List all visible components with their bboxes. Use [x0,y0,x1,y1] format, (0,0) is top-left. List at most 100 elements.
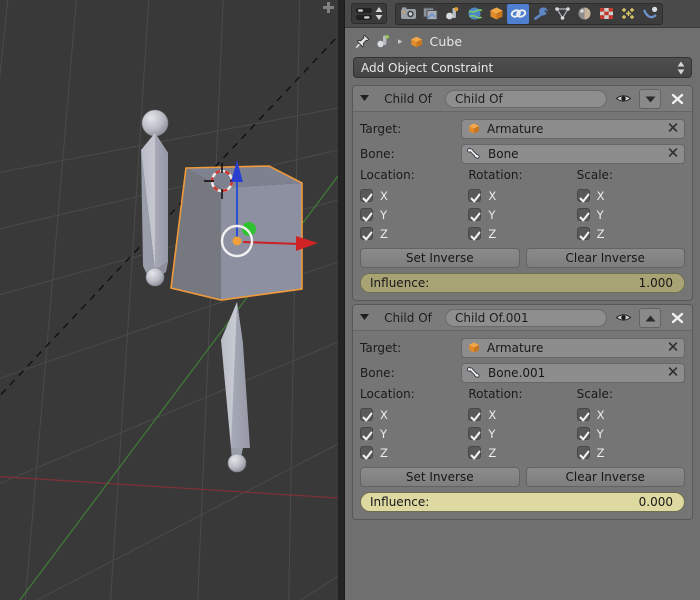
clear-inverse-button[interactable]: Clear Inverse [525,248,685,268]
axis-checkbox-row-scale-z[interactable]: Z [576,443,685,462]
area-splitter[interactable] [338,0,345,600]
viewport-add-region-handle[interactable] [323,2,334,13]
tab-constraints[interactable] [507,3,529,24]
axis-checkbox[interactable] [576,427,590,441]
axis-checkbox-row-location-z[interactable]: Z [360,224,468,243]
clear-x-icon [668,341,678,351]
axis-checkbox-row-rotation-z[interactable]: Z [468,224,576,243]
tab-render-layers[interactable] [419,4,441,24]
clear-x-icon [668,366,678,376]
tab-texture[interactable] [595,4,617,24]
bone-clear-button[interactable] [667,146,679,161]
axis-checkbox-row-scale-y[interactable]: Y [576,424,685,443]
constraint-visibility-toggle[interactable] [613,89,633,108]
axis-checkbox[interactable] [360,189,373,203]
editor-type-spinner[interactable] [375,6,383,21]
axis-checkbox-row-rotation-x[interactable]: X [468,405,576,424]
axis-checkbox-row-rotation-z[interactable]: Z [468,443,576,462]
bone-row: Bone: Bone [360,143,685,164]
axis-group-title: Location: [360,387,415,401]
axis-label: X [488,407,497,422]
checkmark-icon [579,412,590,422]
constraint-visibility-toggle[interactable] [613,308,633,327]
target-field[interactable]: Armature [461,118,685,139]
panel-collapse-triangle-icon[interactable] [358,308,371,327]
axis-checkbox[interactable] [576,189,590,203]
axis-checkbox-row-scale-y[interactable]: Y [576,205,685,224]
set-inverse-button[interactable]: Set Inverse [360,467,520,487]
bone-clear-button[interactable] [667,365,679,380]
editor-type-selector[interactable] [351,3,387,24]
axis-checkbox-row-location-z[interactable]: Z [360,443,468,462]
axis-label: Y [380,207,388,222]
tab-world[interactable] [463,4,485,24]
constraint-panel-header[interactable]: Child Of Child Of.001 [353,305,692,331]
axis-checkbox-row-location-y[interactable]: Y [360,205,468,224]
add-object-constraint-button[interactable]: Add Object Constraint [353,57,692,78]
target-field[interactable]: Armature [461,337,685,358]
axis-checkbox-row-scale-x[interactable]: X [576,186,685,205]
constraint-delete-button[interactable] [667,308,687,327]
bone-field[interactable]: Bone [461,143,685,164]
constraint-name-field[interactable]: Child Of [445,89,607,108]
browse-id-icon[interactable] [376,34,392,49]
constraint-delete-button[interactable] [667,89,687,108]
axis-checkbox-row-rotation-y[interactable]: Y [468,424,576,443]
axis-checkbox[interactable] [576,227,590,241]
influence-slider-1[interactable]: Influence: 0.000 [360,492,685,512]
bone-value: Bone.001 [488,365,546,380]
axis-group-title: Scale: [576,387,613,401]
bone-field[interactable]: Bone.001 [461,362,685,383]
axis-checkbox[interactable] [576,208,590,222]
tab-object[interactable] [485,4,507,24]
axis-checkbox-row-scale-z[interactable]: Z [576,224,685,243]
axis-label: X [596,188,605,203]
object-cube-icon [490,7,502,20]
axis-checkbox[interactable] [360,208,373,222]
axis-checkbox-row-location-y[interactable]: Y [360,424,468,443]
axis-checkbox[interactable] [468,208,482,222]
axis-label: Z [488,445,497,460]
constraint-name-field[interactable]: Child Of.001 [445,308,607,327]
axis-checkbox[interactable] [360,408,373,422]
constraint-move-button[interactable] [639,307,661,328]
clear-inverse-button[interactable]: Clear Inverse [525,467,685,487]
axis-checkbox[interactable] [360,427,373,441]
axis-checkbox[interactable] [360,227,373,241]
axis-checkbox[interactable] [468,427,482,441]
axis-checkbox[interactable] [468,227,482,241]
axis-checkbox[interactable] [576,408,590,422]
axis-checkbox[interactable] [468,189,482,203]
constraint-type-label: Child Of [384,310,432,325]
tab-scene[interactable] [441,4,463,24]
axis-checkbox[interactable] [468,408,482,422]
influence-slider-0[interactable]: Influence: 1.000 [360,273,685,293]
pin-icon[interactable] [355,34,370,49]
axis-group-title: Scale: [576,168,613,182]
panel-collapse-triangle-icon[interactable] [358,89,371,108]
axis-checkbox-row-scale-x[interactable]: X [576,405,685,424]
axis-checkbox-row-rotation-x[interactable]: X [468,186,576,205]
tab-object-data[interactable] [551,4,573,24]
tab-physics[interactable] [639,4,661,24]
axis-checkbox[interactable] [576,446,590,460]
axis-checkbox-row-rotation-y[interactable]: Y [468,205,576,224]
axis-checkbox[interactable] [468,446,482,460]
axis-checkbox[interactable] [360,446,373,460]
target-clear-button[interactable] [667,121,679,136]
axis-checkbox-row-location-x[interactable]: X [360,186,468,205]
bone-value: Bone [488,146,519,161]
target-clear-button[interactable] [667,340,679,355]
tab-material[interactable] [573,4,595,24]
material-sphere-icon [578,7,590,20]
constraint-move-button[interactable] [639,88,661,109]
constraint-panel-body: Target: Armature [353,331,692,519]
tab-modifiers[interactable] [529,4,551,24]
breadcrumb-object-name[interactable]: Cube [430,34,463,49]
tab-render[interactable] [397,4,419,24]
axis-checkbox-row-location-x[interactable]: X [360,405,468,424]
constraint-panel-header[interactable]: Child Of Child Of [353,86,692,112]
tab-particles[interactable] [617,4,639,24]
set-inverse-button[interactable]: Set Inverse [360,248,520,268]
3d-viewport[interactable] [0,0,338,600]
